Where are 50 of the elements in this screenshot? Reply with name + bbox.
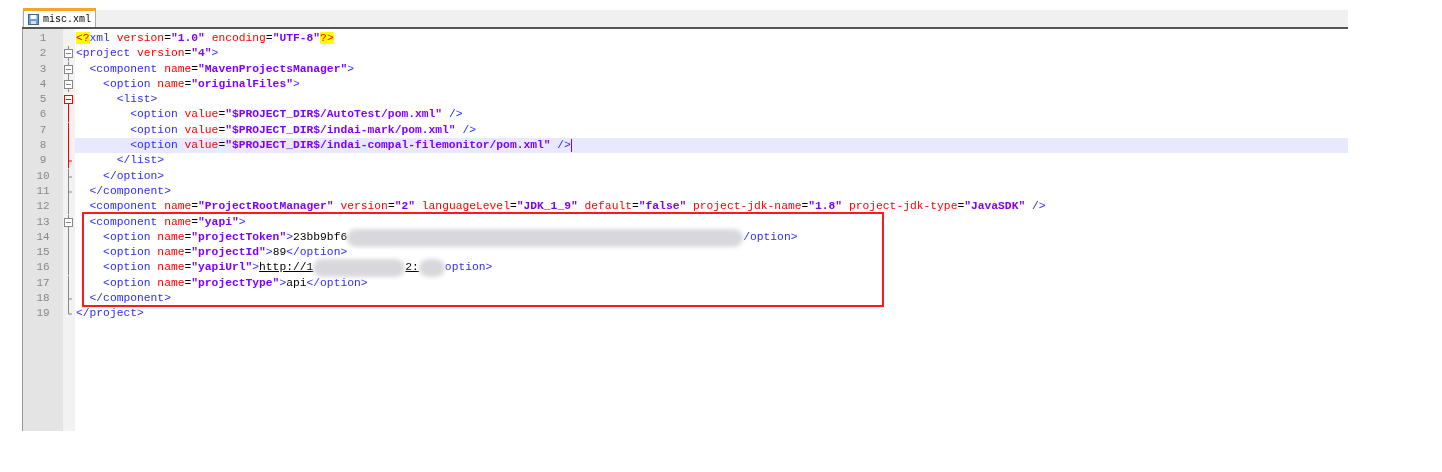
line-number: 2 — [38, 46, 48, 62]
fold-toggle-icon[interactable] — [63, 61, 74, 77]
line-number: 4 — [38, 76, 48, 92]
code-text: <list> — [115, 92, 158, 108]
line-number: 17 — [35, 275, 51, 291]
line-number: 19 — [35, 306, 51, 322]
code-text: <option name="projectToken">23bb9bf6 — [102, 229, 348, 245]
text-cursor — [570, 139, 572, 153]
fold-toggle-icon[interactable] — [63, 92, 74, 108]
code-text: 2: — [405, 260, 419, 276]
code-text: <option name="originalFiles"> — [102, 76, 300, 92]
save-icon — [28, 13, 39, 25]
code-text: <option value="$PROJECT_DIR$/indai-compal-filemonitor/pom.xml" /> — [129, 138, 571, 154]
line-number: 13 — [35, 214, 51, 230]
line-number: 14 — [35, 229, 51, 245]
line-number: 3 — [38, 61, 48, 77]
code-text: </project> — [76, 306, 144, 322]
tab-label: misc.xml — [43, 12, 91, 27]
line-number: 12 — [35, 199, 51, 215]
line-number: 11 — [35, 183, 51, 199]
line-number: 7 — [38, 122, 48, 138]
line-number: 18 — [35, 291, 51, 307]
code-text: <option value="$PROJECT_DIR$/indai-mark/pom.xml" /> — [129, 122, 476, 138]
code-text: </component> — [88, 291, 171, 307]
line-number: 16 — [35, 260, 51, 276]
code-text: /option> — [743, 229, 798, 245]
line-number: 9 — [38, 153, 48, 169]
fold-toggle-icon[interactable] — [63, 46, 74, 62]
code-text: <option name="projectId">89</option> — [102, 245, 348, 261]
line-number: 10 — [35, 168, 51, 184]
code-text: <option name="projectType">api</option> — [102, 275, 368, 291]
code-text: <option name="yapiUrl">http://1 — [102, 260, 314, 276]
line-number: 8 — [38, 138, 48, 154]
code-text: </component> — [88, 183, 171, 199]
code-text: <option value="$PROJECT_DIR$/AutoTest/pom.xml" /> — [129, 107, 463, 123]
line-number: 6 — [38, 107, 48, 123]
line-number: 5 — [38, 92, 48, 108]
code-text: </option> — [102, 168, 165, 184]
code-text: <component name="ProjectRootManager" version="2" languageLevel="JDK_1_9" default="false" project-jdk-name="1.8" project-jdk-type="JavaSDK" /> — [88, 199, 1046, 215]
code-text: <component name="yapi"> — [88, 214, 246, 230]
line-number: 1 — [38, 31, 48, 46]
file-tab[interactable]: misc.xml — [23, 8, 96, 27]
code-text: <component name="MavenProjectsManager"> — [88, 61, 354, 77]
redaction-blur — [418, 259, 445, 278]
code-text: </list> — [115, 153, 165, 169]
fold-toggle-icon[interactable] — [63, 76, 74, 93]
code-text: <project version="4"> — [76, 46, 219, 62]
code-text: option> — [444, 260, 493, 276]
line-number: 15 — [35, 245, 51, 261]
fold-toggle-icon[interactable] — [63, 214, 74, 230]
